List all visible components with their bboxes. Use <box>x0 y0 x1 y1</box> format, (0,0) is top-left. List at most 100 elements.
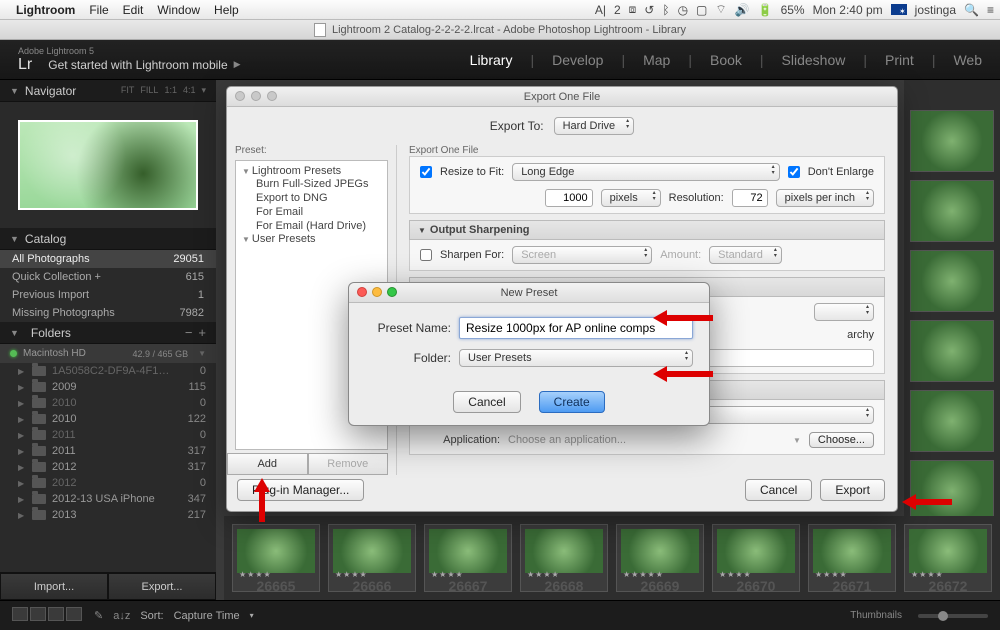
module-library[interactable]: Library <box>470 52 513 68</box>
folder-row[interactable]: ▶2010122 <box>0 411 216 427</box>
filmstrip[interactable]: ★★★★26665 ★★★★26666 ★★★★26667 ★★★★26668 … <box>224 516 1000 600</box>
minimize-icon[interactable] <box>372 287 382 297</box>
metadata-select-partial[interactable] <box>814 303 874 321</box>
airplay-icon[interactable]: ▢ <box>696 3 707 17</box>
chevron-right-icon[interactable]: ▶ <box>18 383 26 392</box>
size-input[interactable] <box>545 189 593 207</box>
chevron-right-icon[interactable]: ▶ <box>18 431 26 440</box>
thumbnail[interactable] <box>910 110 994 172</box>
nav-4-1[interactable]: 4:1 <box>183 85 196 96</box>
resolution-units-select[interactable]: pixels per inch <box>776 189 874 207</box>
resolution-input[interactable] <box>732 189 768 207</box>
chevron-down-icon[interactable]: ▼ <box>198 349 206 358</box>
module-map[interactable]: Map <box>643 52 670 68</box>
filmstrip-cell[interactable]: ★★★★26665 <box>232 524 320 592</box>
menubar-app-name[interactable]: Lightroom <box>16 3 75 17</box>
resize-checkbox[interactable] <box>420 166 432 178</box>
folder-row[interactable]: ▶2013217 <box>0 507 216 523</box>
module-web[interactable]: Web <box>953 52 982 68</box>
export-confirm-button[interactable]: Export <box>820 479 885 501</box>
chevron-down-icon[interactable]: ▼ <box>793 436 801 445</box>
folders-plus-icon[interactable]: + <box>198 325 206 340</box>
flag-au-icon[interactable] <box>891 4 907 15</box>
export-to-select[interactable]: Hard Drive <box>554 117 635 135</box>
modal-cancel-button[interactable]: Cancel <box>453 391 520 413</box>
chevron-right-icon[interactable]: ▶ <box>18 479 26 488</box>
catalog-all-photographs[interactable]: All Photographs29051 <box>0 250 216 268</box>
volume-icon[interactable]: 🔊 <box>735 3 750 17</box>
zoom-icon[interactable] <box>387 287 397 297</box>
thumbnail[interactable] <box>910 460 994 522</box>
preset-group-user[interactable]: User Presets <box>252 233 316 245</box>
import-button[interactable]: Import... <box>0 573 108 600</box>
catalog-previous-import[interactable]: Previous Import1 <box>0 286 216 304</box>
sync-icon[interactable]: ↺ <box>644 3 654 17</box>
folder-row[interactable]: ▶2011317 <box>0 443 216 459</box>
filmstrip-cell[interactable]: ★★★★26668 <box>520 524 608 592</box>
filmstrip-cell[interactable]: ★★★★26666 <box>328 524 416 592</box>
catalog-missing-photos[interactable]: Missing Photographs7982 <box>0 304 216 322</box>
choose-app-button[interactable]: Choose... <box>809 432 874 448</box>
preset-folder-select[interactable]: User Presets <box>459 349 693 367</box>
lr-mobile-prompt[interactable]: Get started with Lightroom mobile <box>48 58 227 72</box>
dont-enlarge-checkbox[interactable] <box>788 166 800 178</box>
preset-item[interactable]: For Email <box>242 205 381 219</box>
preset-item[interactable]: Export to DNG <box>242 191 381 205</box>
folder-row[interactable]: ▶1A5058C2-DF9A-4F1…0 <box>0 363 216 379</box>
view-mode-icons[interactable] <box>12 607 84 624</box>
nav-1-1[interactable]: 1:1 <box>164 85 177 96</box>
folder-row[interactable]: ▶20120 <box>0 475 216 491</box>
modal-create-button[interactable]: Create <box>539 391 605 413</box>
folder-row[interactable]: ▶20110 <box>0 427 216 443</box>
output-sharpening-header[interactable]: ▼Output Sharpening <box>409 220 885 240</box>
chevron-right-icon[interactable]: ▶ <box>18 399 26 408</box>
sharpen-for-select[interactable]: Screen <box>512 246 652 264</box>
catalog-header[interactable]: ▼ Catalog <box>0 228 216 250</box>
zoom-icon[interactable] <box>267 91 277 101</box>
notification-center-icon[interactable]: ≡ <box>987 3 994 17</box>
sort-value[interactable]: Capture Time <box>174 610 240 622</box>
window-controls[interactable] <box>357 287 397 297</box>
preset-group-lightroom[interactable]: Lightroom Presets <box>252 165 341 177</box>
bluetooth-icon[interactable]: ᛒ <box>662 3 669 17</box>
module-slideshow[interactable]: Slideshow <box>782 52 846 68</box>
chevron-right-icon[interactable]: ▶ <box>18 367 26 376</box>
window-controls[interactable] <box>235 91 277 101</box>
close-icon[interactable] <box>235 91 245 101</box>
wifi-icon[interactable]: ⌔ <box>715 2 726 17</box>
thumbnail-size-slider[interactable] <box>918 614 988 618</box>
menulet-adobe-icon[interactable]: A| <box>595 3 606 17</box>
chevron-right-icon[interactable]: ▶ <box>18 463 26 472</box>
chevron-right-icon[interactable]: ▶ <box>18 447 26 456</box>
chevron-down-icon[interactable]: ▾ <box>250 611 254 620</box>
folder-row[interactable]: ▶20100 <box>0 395 216 411</box>
export-cancel-button[interactable]: Cancel <box>745 479 812 501</box>
folder-row[interactable]: ▶2009115 <box>0 379 216 395</box>
folder-row[interactable]: ▶2012-13 USA iPhone347 <box>0 491 216 507</box>
battery-icon[interactable]: 🔋 <box>758 3 773 17</box>
filmstrip-cell[interactable]: ★★★★★26669 <box>616 524 704 592</box>
close-icon[interactable] <box>357 287 367 297</box>
menu-edit[interactable]: Edit <box>123 3 144 17</box>
size-units-select[interactable]: pixels <box>601 189 661 207</box>
preset-item[interactable]: For Email (Hard Drive) <box>242 219 381 233</box>
chevron-down-icon[interactable]: ▼ <box>242 167 250 176</box>
filmstrip-cell[interactable]: ★★★★26670 <box>712 524 800 592</box>
folders-minus-icon[interactable]: − <box>185 325 193 340</box>
filmstrip-cell[interactable]: ★★★★26672 <box>904 524 992 592</box>
menu-file[interactable]: File <box>89 3 108 17</box>
export-button[interactable]: Export... <box>108 573 216 600</box>
chevron-right-icon[interactable]: ▶ <box>18 495 26 504</box>
folders-header[interactable]: ▼Folders −+ <box>0 322 216 344</box>
nav-fill[interactable]: FILL <box>140 85 158 96</box>
preset-add-button[interactable]: Add <box>227 453 308 475</box>
folder-row[interactable]: ▶2012317 <box>0 459 216 475</box>
minimize-icon[interactable] <box>251 91 261 101</box>
module-develop[interactable]: Develop <box>552 52 603 68</box>
thumbnail[interactable] <box>910 250 994 312</box>
navigator-header[interactable]: ▼ Navigator FIT FILL 1:1 4:1 ▾ <box>0 80 216 102</box>
timemachine-icon[interactable]: ◷ <box>678 3 688 17</box>
chevron-right-icon[interactable]: ▶ <box>18 415 26 424</box>
thumbnail[interactable] <box>910 180 994 242</box>
volume-row[interactable]: Macintosh HD 42.9 / 465 GB ▼ <box>0 344 216 363</box>
